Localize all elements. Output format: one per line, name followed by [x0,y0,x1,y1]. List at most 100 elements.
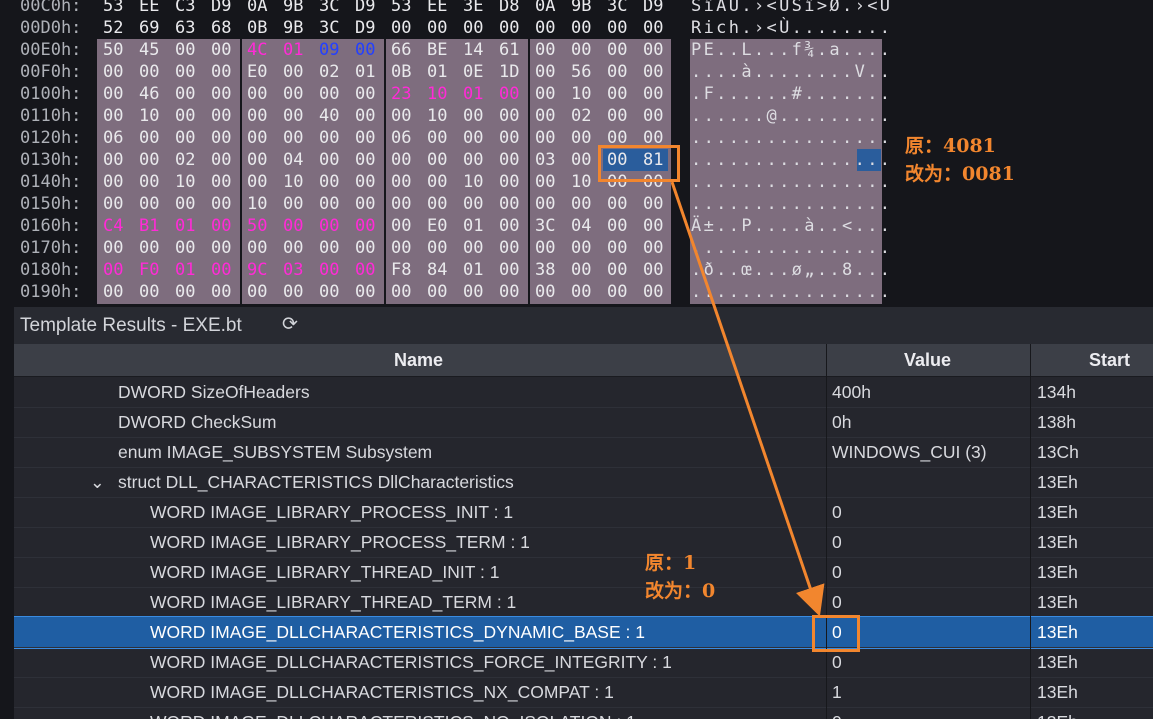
hex-byte[interactable]: 00 [571,149,593,171]
table-row[interactable]: WORD IMAGE_LIBRARY_PROCESS_INIT : 1 0 13Eh [14,497,1153,528]
hex-byte[interactable]: C4 [103,215,125,237]
hex-byte[interactable]: 00 [391,171,413,193]
hex-byte[interactable]: 00 [211,61,233,83]
hex-byte[interactable]: 00 [247,171,269,193]
hex-byte[interactable]: 52 [103,17,125,39]
hex-byte[interactable]: 00 [499,281,521,303]
table-row[interactable]: WORD IMAGE_DLLCHARACTERISTICS_NO_ISOLATI… [14,707,1153,719]
hex-byte[interactable]: 50 [247,215,269,237]
hex-byte[interactable]: 00 [319,127,341,149]
hex-byte[interactable]: 00 [535,39,557,61]
hex-byte[interactable]: 01 [463,259,485,281]
hex-byte[interactable]: 00 [355,171,377,193]
hex-byte[interactable]: 10 [139,105,161,127]
hex-byte[interactable]: 00 [103,259,125,281]
hex-byte[interactable]: 10 [175,171,197,193]
hex-byte[interactable]: 00 [283,215,305,237]
hex-byte[interactable]: 61 [499,39,521,61]
hex-byte[interactable]: 00 [643,215,665,237]
hex-byte[interactable]: 00 [211,171,233,193]
hex-byte[interactable]: 00 [607,39,629,61]
hex-byte[interactable]: 00 [319,281,341,303]
hex-byte[interactable]: 00 [319,215,341,237]
hex-byte[interactable]: 00 [211,105,233,127]
hex-byte[interactable]: 00 [103,171,125,193]
hex-byte[interactable]: 00 [427,127,449,149]
hex-byte[interactable]: 00 [211,83,233,105]
hex-byte[interactable]: 00 [211,39,233,61]
hex-byte[interactable]: 00 [499,193,521,215]
hex-byte[interactable]: 00 [319,259,341,281]
hex-byte[interactable]: 01 [283,39,305,61]
hex-byte[interactable]: 00 [391,17,413,39]
hex-byte[interactable]: 00 [103,149,125,171]
hex-byte[interactable]: 00 [247,149,269,171]
hex-byte[interactable]: 00 [247,281,269,303]
hex-byte[interactable]: 00 [319,193,341,215]
hex-byte[interactable]: EE [139,0,161,17]
hex-byte[interactable]: 00 [247,127,269,149]
table-row[interactable]: WORD IMAGE_LIBRARY_PROCESS_TERM : 1 0 13Eh [14,527,1153,558]
hex-byte[interactable]: 00 [139,193,161,215]
hex-byte[interactable]: 40 [319,105,341,127]
hex-byte[interactable]: 03 [283,259,305,281]
hex-byte[interactable]: 00 [499,215,521,237]
hex-byte[interactable]: 00 [103,281,125,303]
hex-byte[interactable]: 00 [283,83,305,105]
hex-byte[interactable]: 00 [283,281,305,303]
hex-byte[interactable]: 00 [643,259,665,281]
hex-byte[interactable]: 00 [643,83,665,105]
hex-byte[interactable]: 46 [139,83,161,105]
hex-byte[interactable]: 00 [175,193,197,215]
hex-byte[interactable]: 00 [355,215,377,237]
hex-byte[interactable]: 00 [211,237,233,259]
table-row[interactable]: WORD IMAGE_DLLCHARACTERISTICS_DYNAMIC_BA… [14,616,1153,649]
hex-byte[interactable]: 00 [211,215,233,237]
hex-byte[interactable]: 00 [103,105,125,127]
hex-ascii[interactable]: SîÃÙ.›<ÙSî>Ø.›<Ù [691,0,892,17]
hex-byte[interactable]: 00 [175,61,197,83]
hex-byte[interactable]: 00 [643,237,665,259]
table-row[interactable]: enum IMAGE_SUBSYSTEM Subsystem WINDOWS_CU… [14,437,1153,468]
cell-value[interactable]: 1 [832,677,842,707]
hex-byte[interactable]: C3 [175,0,197,17]
hex-byte[interactable]: 00 [175,127,197,149]
hex-byte[interactable]: 00 [463,127,485,149]
cell-value[interactable]: 0 [832,707,842,719]
hex-byte[interactable]: 69 [139,17,161,39]
hex-byte[interactable]: 06 [391,127,413,149]
hex-byte[interactable]: 00 [463,105,485,127]
hex-byte[interactable]: 00 [139,61,161,83]
hex-byte[interactable]: 00 [319,149,341,171]
hex-byte[interactable]: 3C [319,17,341,39]
hex-byte[interactable]: 00 [427,281,449,303]
hex-byte[interactable]: 45 [139,39,161,61]
hex-byte[interactable]: 00 [319,237,341,259]
hex-byte[interactable]: 00 [283,237,305,259]
hex-byte[interactable]: D9 [355,0,377,17]
hex-byte[interactable]: 0A [247,0,269,17]
hex-ascii[interactable]: ................ [691,127,892,149]
hex-byte[interactable]: 00 [535,237,557,259]
hex-byte[interactable]: 3C [535,215,557,237]
hex-byte[interactable]: 00 [535,281,557,303]
hex-byte[interactable]: 0B [391,61,413,83]
hex-byte[interactable]: 0B [247,17,269,39]
hex-byte[interactable]: 3C [607,0,629,17]
hex-byte[interactable]: 00 [175,83,197,105]
hex-byte[interactable]: 00 [643,39,665,61]
cell-value[interactable]: 400h [832,377,871,407]
hex-byte[interactable]: 00 [427,171,449,193]
hex-byte[interactable]: 00 [355,193,377,215]
table-row[interactable]: WORD IMAGE_LIBRARY_THREAD_TERM : 1 0 13Eh [14,587,1153,618]
hex-byte[interactable]: 00 [247,105,269,127]
hex-ascii[interactable]: PE..L...f¾.a.... [691,39,892,61]
hex-byte[interactable]: 00 [355,281,377,303]
hex-byte[interactable]: 01 [463,83,485,105]
hex-byte[interactable]: 00 [319,171,341,193]
hex-byte[interactable]: 04 [283,149,305,171]
hex-ascii[interactable]: ................ [691,237,892,259]
table-row[interactable]: ⌄ struct DLL_CHARACTERISTICS DllCharacter… [14,467,1153,498]
hex-byte[interactable]: 06 [103,127,125,149]
hex-byte[interactable]: 10 [427,83,449,105]
